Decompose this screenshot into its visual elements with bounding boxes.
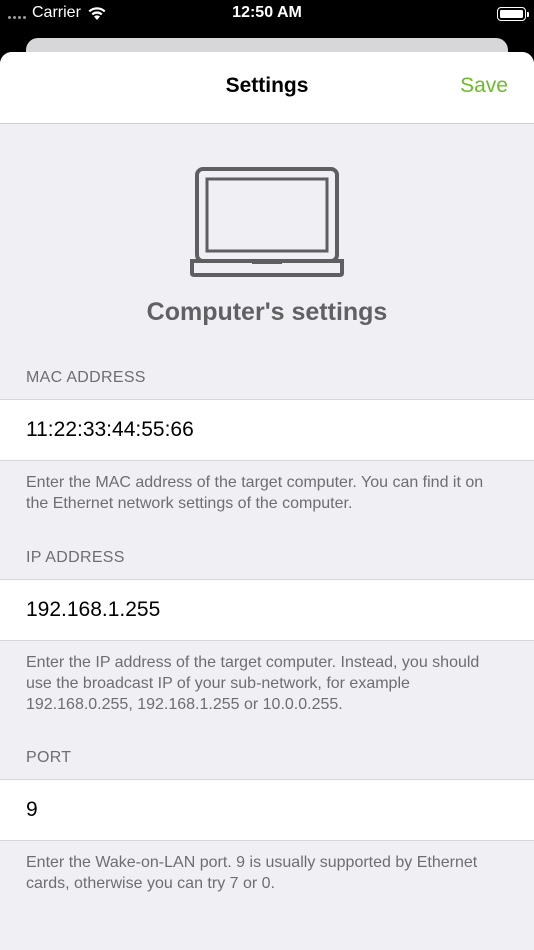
ip-address-header: IP ADDRESS <box>26 549 125 566</box>
port-row <box>0 779 534 841</box>
mac-address-row <box>0 399 534 461</box>
mac-address-header: MAC ADDRESS <box>26 369 146 386</box>
ip-address-help: Enter the IP address of the target compu… <box>26 654 480 713</box>
navigation-bar: Settings Save <box>0 52 534 124</box>
hero-title: Computer's settings <box>146 298 388 326</box>
save-button[interactable]: Save <box>460 74 508 98</box>
status-time: 12:50 AM <box>232 4 302 21</box>
battery-icon <box>497 7 529 21</box>
port-help: Enter the Wake-on-LAN port. 9 is usually… <box>26 854 478 892</box>
port-header: PORT <box>26 749 72 766</box>
mac-address-help: Enter the MAC address of the target comp… <box>26 474 484 512</box>
ip-address-field[interactable] <box>26 598 508 622</box>
laptop-icon <box>190 167 344 277</box>
ip-address-row <box>0 579 534 641</box>
hero-section: Computer's settings <box>0 124 534 361</box>
page-title: Settings <box>225 74 309 97</box>
mac-address-field[interactable] <box>26 418 508 442</box>
status-bar: Carrier 12:50 AM <box>0 0 534 30</box>
settings-sheet: Settings Save Computer's settings MAC AD… <box>0 52 534 950</box>
port-field[interactable] <box>26 798 508 822</box>
